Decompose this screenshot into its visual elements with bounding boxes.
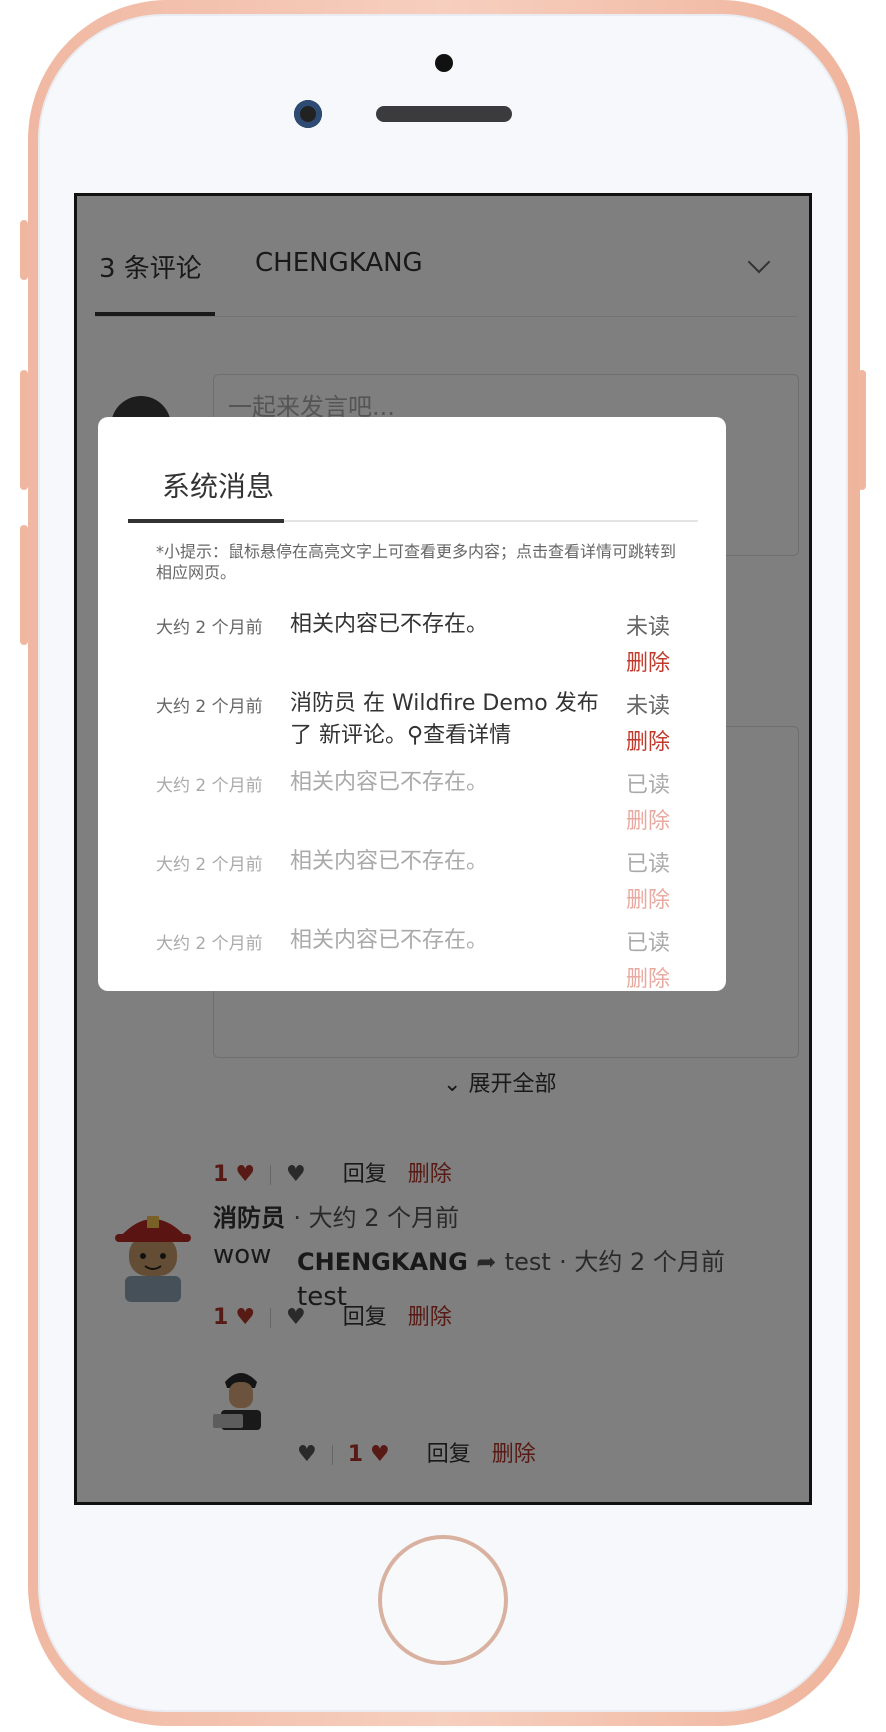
system-message-modal: 系统消息 *小提示：鼠标悬停在高亮文字上可查看更多内容；点击查看详情可跳转到相应… <box>98 417 726 993</box>
message-time: 大约 2 个月前 <box>156 697 263 717</box>
power-button <box>858 370 866 490</box>
delete-button[interactable]: 删除 <box>626 724 670 756</box>
message-status[interactable]: 未读 <box>626 688 670 720</box>
volume-up-button <box>20 370 28 490</box>
delete-button[interactable]: 删除 <box>626 961 670 993</box>
message-row: 大约 2 个月前 相关内容已不存在。 未读 删除 <box>156 605 672 677</box>
message-time: 大约 2 个月前 <box>156 618 263 638</box>
delete-button[interactable]: 删除 <box>626 645 670 677</box>
proximity-sensor <box>435 54 453 72</box>
earpiece-speaker <box>376 106 512 122</box>
front-camera-icon <box>294 100 322 128</box>
screen: 3 条评论 CHENGKANG 一起来发言吧... ⌄ 展开全部 1 ♥ ♥ 回… <box>74 193 812 1505</box>
message-time: 大约 2 个月前 <box>156 776 263 796</box>
message-row: 大约 2 个月前 相关内容已不存在。 已读 删除 <box>156 921 672 993</box>
message-content: 相关内容已不存在。 <box>290 849 489 874</box>
message-time: 大约 2 个月前 <box>156 855 263 875</box>
message-content: 消防员 在 Wildfire Demo 发布了 新评论。⚲查看详情 <box>290 688 620 752</box>
message-status: 已读 <box>626 773 671 798</box>
home-button[interactable] <box>378 1535 508 1665</box>
message-status[interactable]: 未读 <box>626 609 670 641</box>
delete-button[interactable]: 删除 <box>626 882 670 914</box>
message-content: 相关内容已不存在。 <box>290 770 489 795</box>
search-icon: ⚲ <box>407 723 424 748</box>
message-status: 已读 <box>626 852 671 877</box>
active-tab-indicator <box>128 519 284 523</box>
view-details-link[interactable]: 查看详情 <box>423 723 511 748</box>
message-status: 已读 <box>626 931 671 956</box>
message-row: 大约 2 个月前 相关内容已不存在。 已读 删除 <box>156 763 672 835</box>
mute-switch <box>20 220 28 280</box>
tip-text: *小提示：鼠标悬停在高亮文字上可查看更多内容；点击查看详情可跳转到相应网页。 <box>156 542 677 582</box>
message-content: 相关内容已不存在。 <box>290 612 489 637</box>
message-row: 大约 2 个月前 相关内容已不存在。 已读 删除 <box>156 842 672 914</box>
message-content: 相关内容已不存在。 <box>290 928 489 953</box>
message-row: 大约 2 个月前 消防员 在 Wildfire Demo 发布了 新评论。⚲查看… <box>156 684 672 756</box>
modal-title[interactable]: 系统消息 <box>162 465 274 505</box>
message-time: 大约 2 个月前 <box>156 934 263 954</box>
delete-button[interactable]: 删除 <box>626 803 670 835</box>
volume-down-button <box>20 525 28 645</box>
